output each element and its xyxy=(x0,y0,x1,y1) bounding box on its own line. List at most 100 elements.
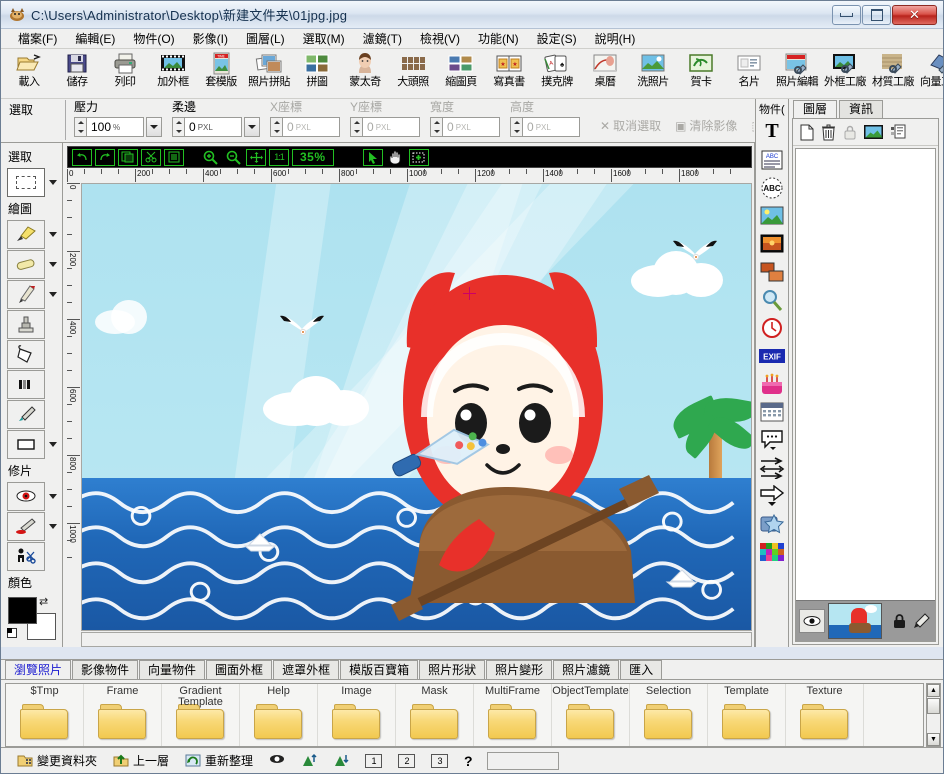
folder-item[interactable]: Texture xyxy=(786,684,864,746)
exif-object-tool[interactable]: EXIF xyxy=(757,342,787,369)
toolbar-button-print-photo[interactable]: 洗照片 xyxy=(629,49,677,97)
pencil-tool-chevron-down-icon[interactable] xyxy=(49,291,57,297)
layer-thumbnail[interactable] xyxy=(828,603,882,639)
toolbar-button-load[interactable]: 載入 xyxy=(5,49,53,97)
scroll-down-button[interactable]: ▼ xyxy=(927,733,940,746)
cutout-tool[interactable] xyxy=(7,541,45,571)
feather-stepper[interactable]: 0 PXL xyxy=(172,117,260,137)
status-sort-ascending[interactable] xyxy=(293,753,325,768)
pressure-input[interactable]: 100 % xyxy=(86,117,144,137)
folder-list[interactable]: $Tmp Frame Gradient Template Help Image … xyxy=(5,683,924,747)
toolbar-button-frame-factory[interactable]: 外框工廠 xyxy=(821,49,869,97)
paste-button[interactable] xyxy=(164,148,184,166)
shape-tool-chevron-down-icon[interactable] xyxy=(49,441,57,447)
folder-item[interactable]: Frame xyxy=(84,684,162,746)
toolbar-button-montage[interactable]: 蒙太奇 xyxy=(341,49,389,97)
tab-photo-deform[interactable]: 照片變形 xyxy=(486,660,553,679)
tab-info[interactable]: 資訊 xyxy=(839,100,884,118)
menu-item-edit[interactable]: 編輯(E) xyxy=(66,30,124,48)
fit-to-window-button[interactable] xyxy=(246,148,266,166)
actual-size-button[interactable]: 1:1 xyxy=(269,148,289,166)
browser-vertical-scrollbar[interactable]: ▲ ▼ xyxy=(926,683,941,747)
image-viewport[interactable] xyxy=(81,183,752,631)
toolbar-button-photo-collage[interactable]: 照片拼貼 xyxy=(245,49,293,97)
paintbrush-tool[interactable] xyxy=(7,219,45,249)
lock-icon[interactable] xyxy=(843,124,857,141)
pan-tool-button[interactable] xyxy=(386,149,406,166)
copy-button[interactable] xyxy=(118,148,138,166)
birthday-object-tool[interactable] xyxy=(757,370,787,397)
vertical-ruler[interactable]: 0 200 400 600 800 1000 xyxy=(67,183,82,631)
toolbar-button-photo-book[interactable]: ★ ★ 寫真書 xyxy=(485,49,533,97)
toolbar-button-print[interactable]: 列印 xyxy=(101,49,149,97)
action-clear-image[interactable]: ▣ 清除影像 xyxy=(675,117,737,134)
red-eye-tool[interactable] xyxy=(7,481,45,511)
folder-item[interactable]: Help xyxy=(240,684,318,746)
line-arrow-tool[interactable] xyxy=(757,454,787,481)
tab-image-objects[interactable]: 影像物件 xyxy=(72,660,139,679)
paint-bucket-tool[interactable] xyxy=(7,339,45,369)
menu-item-file[interactable]: 檔案(F) xyxy=(9,30,66,48)
undo-button[interactable] xyxy=(72,148,92,166)
folder-item[interactable]: MultiFrame xyxy=(474,684,552,746)
menu-item-layer[interactable]: 圖層(L) xyxy=(237,30,294,48)
redo-button[interactable] xyxy=(95,148,115,166)
status-thumbnail-size-2[interactable]: 2 xyxy=(390,753,423,768)
stepper-arrows[interactable] xyxy=(172,117,184,137)
close-button[interactable]: ✕ xyxy=(892,4,937,25)
color-palette-tool[interactable] xyxy=(757,538,787,565)
menu-item-filter[interactable]: 濾鏡(T) xyxy=(354,30,411,48)
status-refresh[interactable]: 重新整理 xyxy=(177,752,261,769)
toolbar-button-photo-edit[interactable]: 照片編輯 xyxy=(773,49,821,97)
maximize-button[interactable] xyxy=(862,4,891,25)
tab-layers[interactable]: 圖層 xyxy=(793,100,838,119)
multi-photo-tool[interactable] xyxy=(757,258,787,285)
pressure-dropdown-chevron-down-icon[interactable] xyxy=(146,117,162,137)
canvas-image[interactable] xyxy=(82,184,751,630)
eraser-tool-chevron-down-icon[interactable] xyxy=(49,261,57,267)
toolbar-button-desk-calendar[interactable]: 桌曆 xyxy=(581,49,629,97)
menu-item-object[interactable]: 物件(O) xyxy=(124,30,183,48)
menu-item-view[interactable]: 檢視(V) xyxy=(411,30,469,48)
tab-canvas-frames[interactable]: 圖面外框 xyxy=(206,660,273,679)
zoom-out-button[interactable] xyxy=(223,149,243,166)
pointer-tool-button[interactable] xyxy=(362,148,383,166)
scroll-up-button[interactable]: ▲ xyxy=(927,684,940,697)
folder-item[interactable]: Mask xyxy=(396,684,474,746)
speech-bubble-tool[interactable] xyxy=(757,426,787,453)
status-thumbnail-size-1[interactable]: 1 xyxy=(357,753,390,768)
toolbar-button-contact-sheet[interactable]: 縮圖頁 xyxy=(437,49,485,97)
toolbar-button-apply-template[interactable]: TIME 套模版 xyxy=(197,49,245,97)
tab-photo-filters[interactable]: 照片濾鏡 xyxy=(553,660,620,679)
status-help[interactable]: ? xyxy=(456,753,481,769)
folder-item[interactable]: ObjectTemplate xyxy=(552,684,630,746)
shape-tool[interactable] xyxy=(7,429,45,459)
vector-shape-tool[interactable] xyxy=(757,510,787,537)
horizontal-ruler[interactable]: 0 200 400 600 800 1000 1200 1400 1600 18… xyxy=(67,169,752,184)
zoom-in-button[interactable] xyxy=(200,149,220,166)
folder-item[interactable]: Selection xyxy=(630,684,708,746)
minimize-button[interactable] xyxy=(832,4,861,25)
trash-icon[interactable] xyxy=(821,124,836,141)
text-box-tool[interactable]: ABC xyxy=(757,146,787,173)
tab-mask-frames[interactable]: 遮罩外框 xyxy=(273,660,340,679)
feather-dropdown-chevron-down-icon[interactable] xyxy=(244,117,260,137)
status-thumbnail-size-3[interactable]: 3 xyxy=(423,753,456,768)
properties-icon[interactable] xyxy=(890,124,906,140)
image-thumb-icon[interactable] xyxy=(864,125,883,139)
stepper-arrows[interactable] xyxy=(74,117,86,137)
status-preview[interactable] xyxy=(261,753,293,768)
tab-import[interactable]: 匯入 xyxy=(620,660,663,679)
clone-stamp-tool[interactable] xyxy=(7,309,45,339)
blemish-removal-tool[interactable] xyxy=(7,511,45,541)
retouch-tool-chevron-down-icon[interactable] xyxy=(49,523,57,529)
folder-item[interactable]: Image xyxy=(318,684,396,746)
folder-item[interactable]: Template xyxy=(708,684,786,746)
text-path-tool[interactable]: ABC xyxy=(757,174,787,201)
toolbar-button-id-photo[interactable]: 大頭照 xyxy=(389,49,437,97)
gradient-tool[interactable] xyxy=(7,369,45,399)
image-object-tool[interactable] xyxy=(757,202,787,229)
toolbar-button-texture-factory[interactable]: 材質工廠 xyxy=(869,49,917,97)
magnifier-object-tool[interactable] xyxy=(757,286,787,313)
tab-photo-shapes[interactable]: 照片形狀 xyxy=(419,660,486,679)
